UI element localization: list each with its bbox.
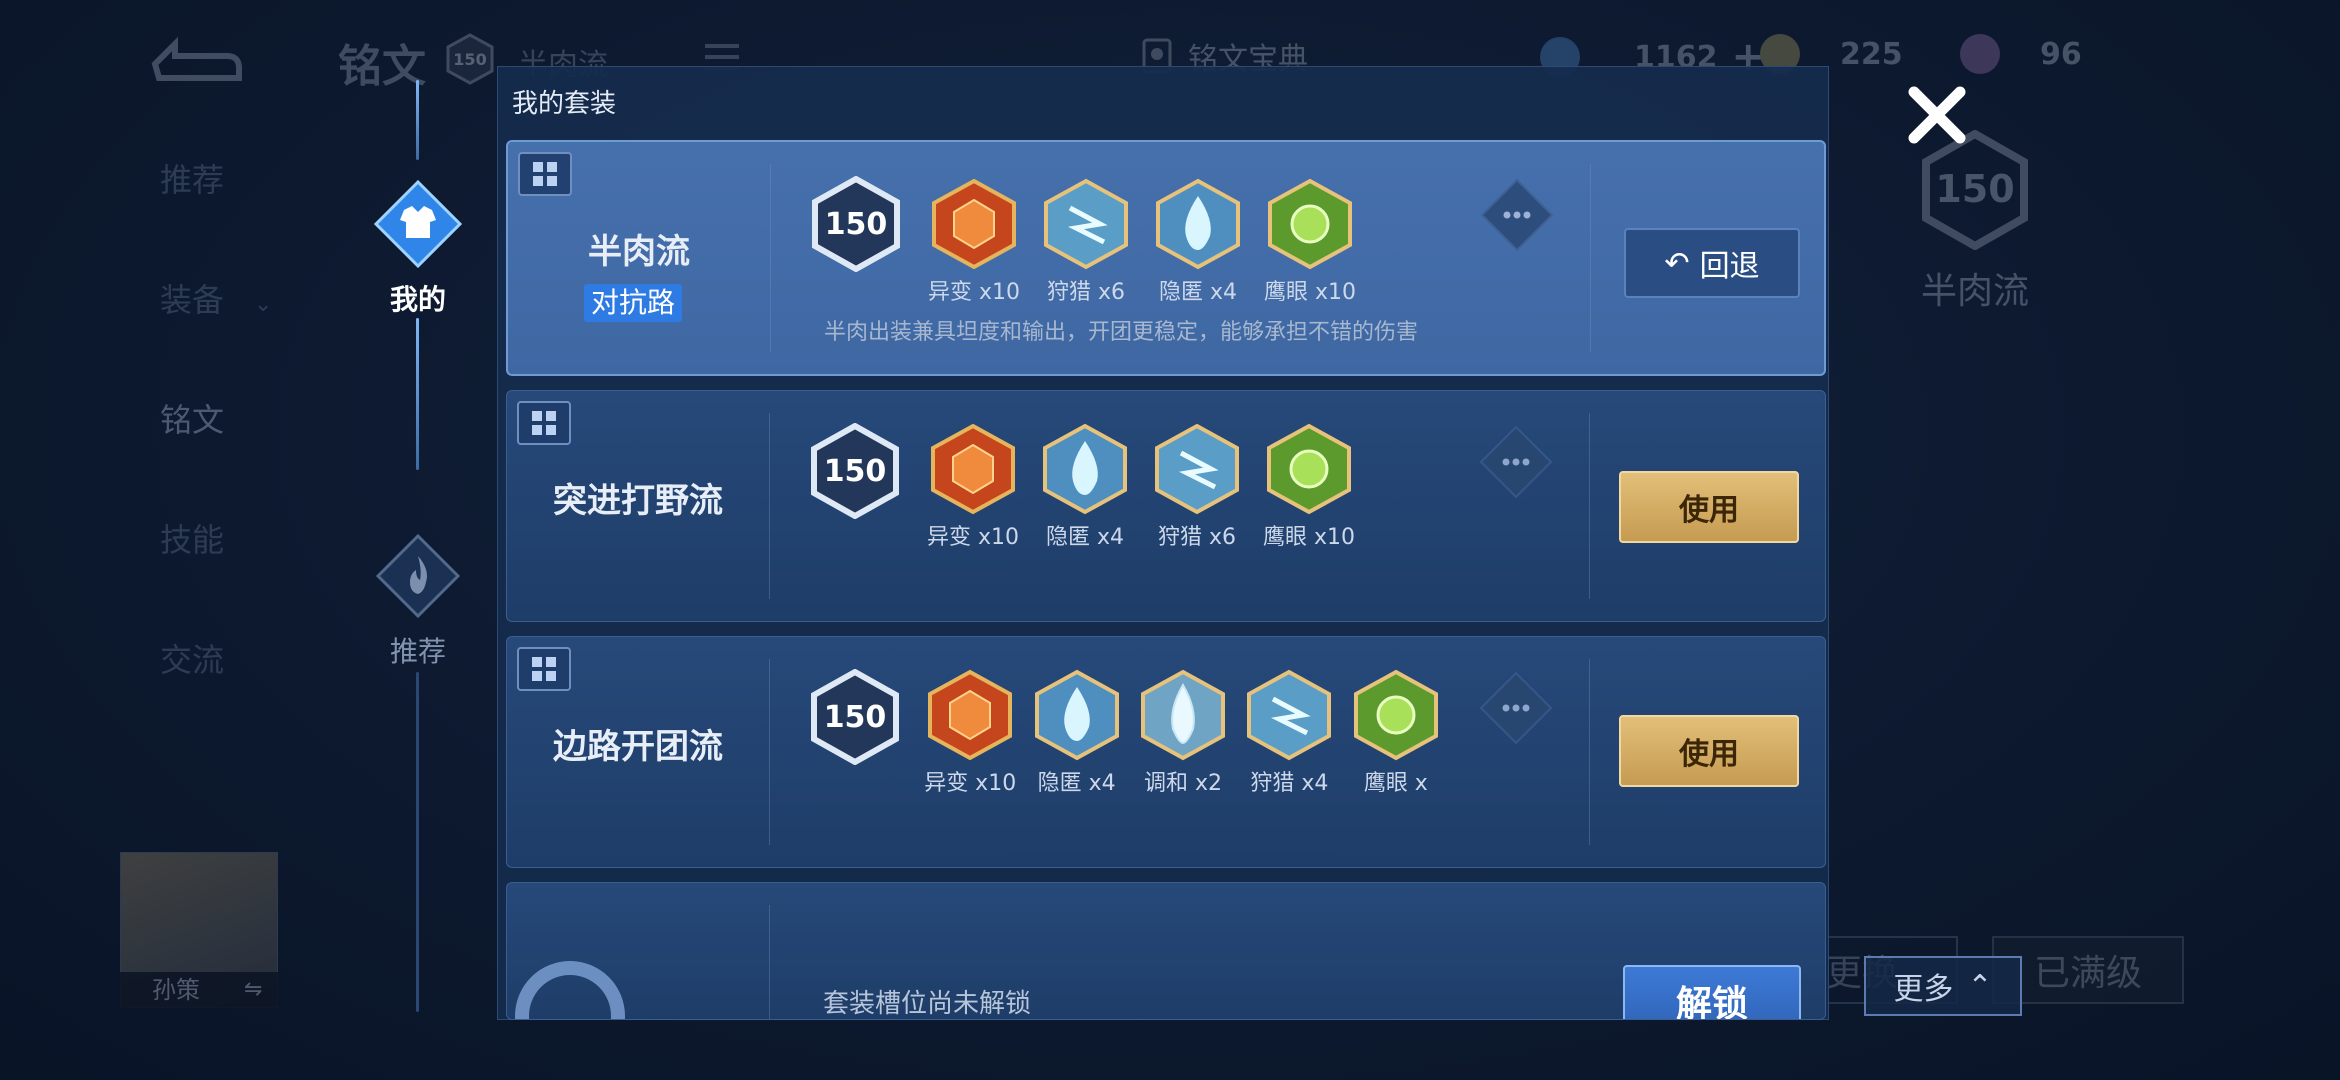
more-label: 更多 bbox=[1893, 972, 1954, 1007]
crystal-icon bbox=[1960, 34, 2000, 74]
rune-item[interactable]: 异变 x10 bbox=[918, 178, 1030, 306]
set-card-locked: 套装槽位尚未解锁 解锁 bbox=[506, 882, 1826, 1020]
lock-ring-icon bbox=[515, 961, 625, 1019]
set-name: 半肉流 bbox=[588, 232, 690, 272]
blue-rune-icon bbox=[1141, 669, 1226, 761]
tab-recommended-label: 推荐 bbox=[389, 635, 446, 668]
rune-item[interactable]: 异变 x10 bbox=[917, 423, 1029, 551]
rune-item[interactable]: 隐匿 x4 bbox=[1023, 669, 1129, 797]
svg-text:150: 150 bbox=[1935, 167, 2014, 211]
green-rune-icon bbox=[1267, 423, 1351, 515]
flame-icon bbox=[375, 533, 461, 619]
rune-item[interactable]: 异变 x10 bbox=[917, 669, 1023, 797]
divider bbox=[1589, 659, 1590, 845]
blue-rune-icon bbox=[1044, 178, 1128, 270]
crystal-value: 96 bbox=[2040, 36, 2082, 72]
tab-line-top bbox=[416, 80, 419, 160]
level-badge-icon: 150 bbox=[811, 423, 899, 519]
level-badge-icon: 150 bbox=[812, 176, 900, 272]
rune-list: 异变 x10 隐匿 x4 狩猎 x6 鹰眼 x10 bbox=[917, 423, 1365, 551]
chevron-down-icon: ⌄ bbox=[254, 292, 273, 317]
rune-item[interactable]: 狩猎 x6 bbox=[1141, 423, 1253, 551]
blue-rune-icon bbox=[1156, 178, 1240, 270]
svg-text:150: 150 bbox=[825, 207, 888, 242]
rune-item[interactable]: 鹰眼 x10 bbox=[1253, 423, 1365, 551]
grid-icon[interactable] bbox=[517, 647, 571, 691]
red-rune-icon bbox=[932, 178, 1016, 270]
rune-item[interactable]: 调和 x2 bbox=[1130, 669, 1236, 797]
rune-list: 异变 x10 狩猎 x6 隐匿 x4 鹰眼 x10 bbox=[918, 178, 1366, 306]
rune-item[interactable]: 鹰眼 x bbox=[1343, 669, 1449, 797]
nav-item-recommend[interactable]: 推荐 bbox=[160, 150, 272, 270]
divider bbox=[769, 905, 770, 1019]
chevron-up-icon: ⌃ bbox=[1967, 968, 1993, 1004]
level-badge-icon: 150 bbox=[811, 669, 899, 765]
nav-item-skills[interactable]: 技能 bbox=[160, 510, 272, 630]
set-name: 突进打野流 bbox=[553, 481, 723, 521]
set-card-2[interactable]: 突进打野流 150 异变 x10 隐匿 x4 狩猎 x6 鹰眼 x10 使用 bbox=[506, 390, 1826, 622]
rune-item[interactable]: 狩猎 x4 bbox=[1236, 669, 1342, 797]
set-description: 半肉出装兼具坦度和输出，开团更稳定，能够承担不错的伤害 bbox=[824, 320, 1419, 345]
page-title: 铭文 bbox=[338, 41, 426, 92]
tab-line-mid bbox=[416, 318, 419, 470]
tab-recommended[interactable]: 推荐 bbox=[368, 532, 468, 670]
coin-value: 225 bbox=[1840, 36, 1903, 72]
blue-rune-icon bbox=[1034, 669, 1119, 761]
green-rune-icon bbox=[1268, 178, 1352, 270]
current-set-summary: 150 半肉流 bbox=[1880, 129, 2070, 314]
level-badge-icon: 150 bbox=[446, 33, 494, 85]
more-options-icon[interactable] bbox=[1479, 671, 1553, 745]
more-button[interactable]: 更多 ⌃ bbox=[1864, 956, 2022, 1016]
shirt-icon bbox=[373, 179, 463, 269]
rune-item[interactable]: 狩猎 x6 bbox=[1030, 178, 1142, 306]
summary-set-name: 半肉流 bbox=[1920, 271, 2029, 312]
set-card-1[interactable]: 半肉流 对抗路 150 异变 x10 狩猎 x6 隐匿 x4 鹰眼 x10 半肉… bbox=[506, 140, 1826, 376]
blue-rune-icon bbox=[1043, 423, 1127, 515]
undo-icon: ↶ bbox=[1664, 245, 1690, 281]
revert-button[interactable]: ↶ 回退 bbox=[1624, 228, 1800, 298]
rune-item[interactable]: 鹰眼 x10 bbox=[1254, 178, 1366, 306]
divider bbox=[770, 164, 771, 352]
divider bbox=[1590, 164, 1591, 352]
grid-icon[interactable] bbox=[518, 152, 572, 196]
svg-text:150: 150 bbox=[824, 700, 887, 735]
swap-icon[interactable]: ⇋ bbox=[244, 972, 262, 1008]
nav-item-runes[interactable]: 铭文 bbox=[160, 390, 272, 510]
nav-item-equipment[interactable]: 装备 ⌄ bbox=[160, 270, 272, 390]
use-button[interactable]: 使用 bbox=[1619, 715, 1799, 787]
nav-item-community[interactable]: 交流 bbox=[160, 630, 272, 750]
left-nav: 推荐 装备 ⌄ 铭文 技能 交流 bbox=[160, 150, 272, 750]
blue-rune-icon bbox=[1247, 669, 1332, 761]
divider bbox=[769, 413, 770, 599]
unlock-button[interactable]: 解锁 bbox=[1623, 965, 1801, 1019]
grid-icon[interactable] bbox=[517, 401, 571, 445]
blue-rune-icon bbox=[1155, 423, 1239, 515]
svg-text:150: 150 bbox=[824, 454, 887, 489]
set-card-3[interactable]: 边路开团流 150 异变 x10 隐匿 x4 调和 x2 狩猎 x4 鹰眼 x bbox=[506, 636, 1826, 868]
set-name: 边路开团流 bbox=[553, 727, 723, 767]
more-options-icon[interactable] bbox=[1479, 425, 1553, 499]
tab-mine-label: 我的 bbox=[389, 283, 446, 316]
green-rune-icon bbox=[1353, 669, 1438, 761]
lane-tag: 对抗路 bbox=[584, 284, 682, 322]
rune-item[interactable]: 隐匿 x4 bbox=[1142, 178, 1254, 306]
red-rune-icon bbox=[931, 423, 1015, 515]
svg-text:150: 150 bbox=[453, 50, 486, 69]
use-button[interactable]: 使用 bbox=[1619, 471, 1799, 543]
revert-label: 回退 bbox=[1699, 249, 1760, 284]
tab-mine[interactable]: 我的 bbox=[368, 179, 468, 318]
back-arrow-icon[interactable] bbox=[145, 28, 245, 84]
red-rune-icon bbox=[928, 669, 1013, 761]
resource-crystal: 96 bbox=[1960, 34, 2082, 74]
rune-item[interactable]: 隐匿 x4 bbox=[1029, 423, 1141, 551]
more-options-icon[interactable] bbox=[1480, 178, 1554, 252]
tab-line-bottom bbox=[416, 672, 419, 1012]
divider bbox=[769, 659, 770, 845]
divider bbox=[1589, 413, 1590, 599]
panel-header: 我的套装 bbox=[512, 89, 617, 119]
rune-list: 异变 x10 隐匿 x4 调和 x2 狩猎 x4 鹰眼 x bbox=[917, 669, 1449, 797]
level-badge-icon: 150 bbox=[1922, 129, 2028, 251]
locked-slot-text: 套装槽位尚未解锁 bbox=[823, 989, 1032, 1019]
close-icon[interactable] bbox=[1904, 82, 1970, 148]
